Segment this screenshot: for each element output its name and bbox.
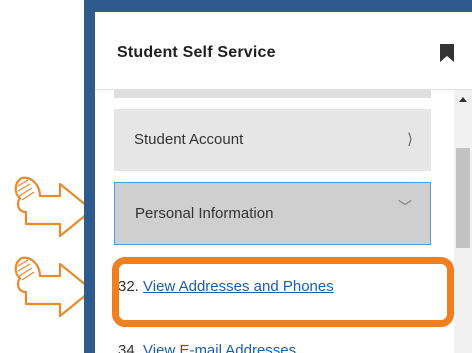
scrollbar-thumb[interactable] bbox=[456, 148, 470, 248]
bookmark-icon[interactable] bbox=[440, 44, 454, 62]
scroll-up-arrow-icon[interactable] bbox=[459, 97, 467, 102]
highlight-annotation-box bbox=[112, 257, 454, 327]
panel-title: Student Self Service bbox=[117, 44, 276, 61]
view-email-addresses-link[interactable]: View E-mail Addresses bbox=[143, 342, 296, 353]
list-item: 34. View E-mail Addresses bbox=[118, 342, 296, 353]
menu-item-label: Student Account bbox=[134, 131, 244, 148]
menu-item-student-account[interactable]: Student Account ⟩ bbox=[114, 109, 431, 171]
pointing-hand-icon bbox=[14, 176, 94, 238]
link-number: 34. bbox=[118, 342, 139, 353]
previous-menu-item[interactable] bbox=[114, 90, 431, 98]
menu-item-personal-information[interactable]: Personal Information ﹀ bbox=[114, 182, 431, 245]
menu-item-label: Personal Information bbox=[135, 205, 274, 222]
chevron-right-icon: ⟩ bbox=[407, 131, 413, 148]
vertical-scrollbar[interactable] bbox=[454, 90, 472, 353]
pointing-hand-icon bbox=[14, 256, 94, 318]
panel-header: Student Self Service bbox=[95, 12, 472, 90]
chevron-down-icon: ﹀ bbox=[398, 199, 412, 215]
